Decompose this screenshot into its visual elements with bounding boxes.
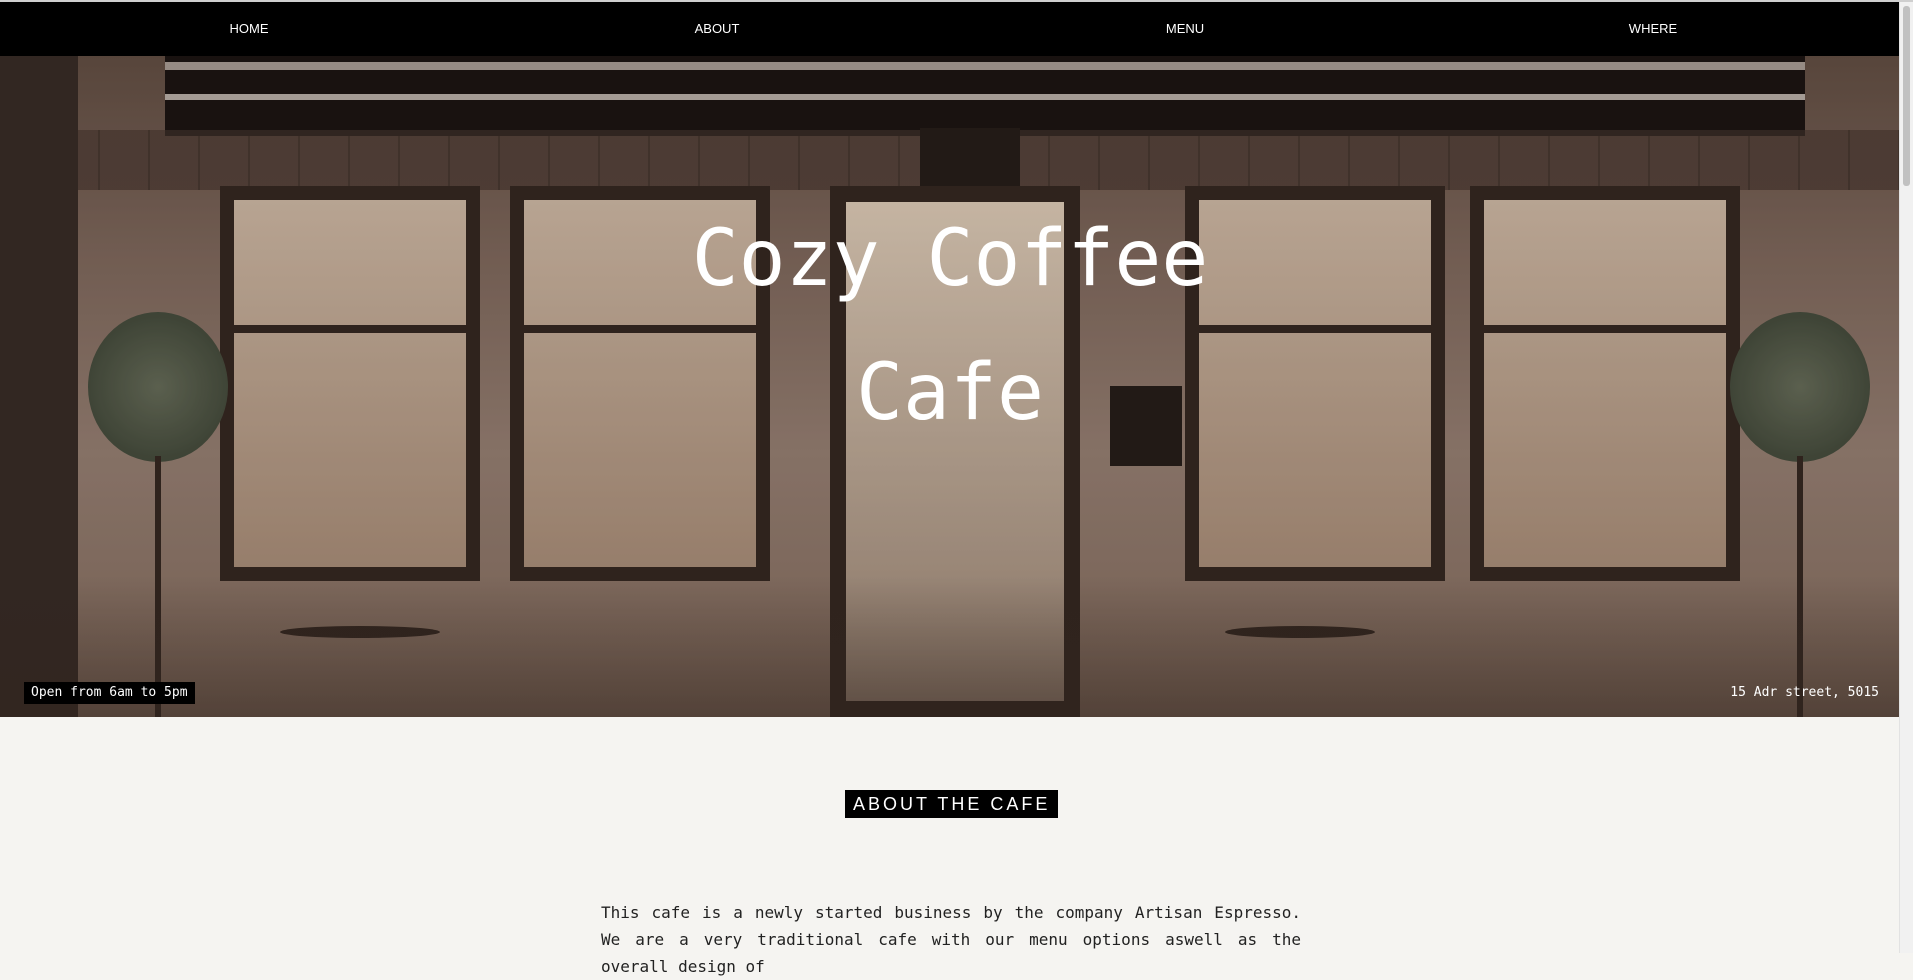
nav-menu-link[interactable]: MENU: [1166, 2, 1204, 56]
scrollbar-thumb[interactable]: [1903, 6, 1910, 186]
top-navigation: HOME ABOUT MENU WHERE: [0, 2, 1900, 56]
hero-title-line-1: Cozy Coffee: [691, 214, 1209, 304]
address-label: 15 Adr street, 5015: [1730, 685, 1879, 700]
nav-about-link[interactable]: ABOUT: [695, 2, 740, 56]
nav-home-link[interactable]: HOME: [230, 2, 269, 56]
nav-where-link[interactable]: WHERE: [1629, 2, 1677, 56]
hero-title: Cozy Coffee Cafe: [0, 192, 1900, 460]
hero-title-line-2: Cafe: [856, 348, 1044, 438]
page-scrollbar[interactable]: [1899, 2, 1913, 953]
opening-hours-badge: Open from 6am to 5pm: [24, 682, 195, 704]
about-paragraph: This cafe is a newly started business by…: [601, 903, 1301, 976]
about-heading: ABOUT THE CAFE: [845, 790, 1059, 818]
